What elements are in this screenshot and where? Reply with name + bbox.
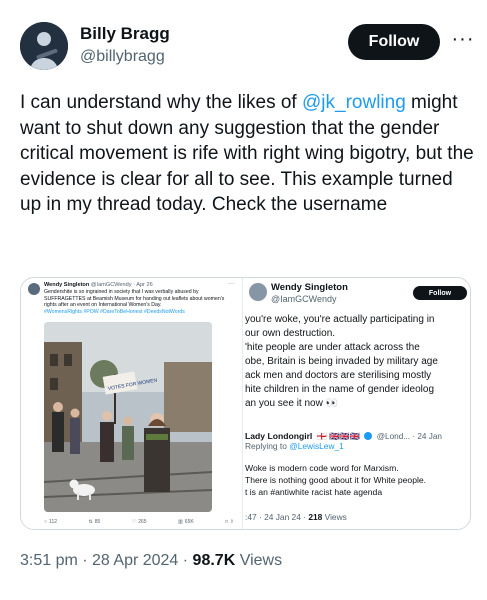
body-line: an you see it now 👀 [245, 398, 339, 409]
tweet-timestamp[interactable]: 3:51 pm · 28 Apr 2024 · [20, 552, 193, 569]
heart-icon: ♡ [131, 519, 137, 525]
embedded-author: Wendy Singleton @IamGCWendy · Apr 26 [44, 282, 153, 288]
body-line: you're woke, you're actually participati… [245, 314, 435, 325]
share-icon: ⇪ [229, 519, 234, 525]
quoted-views-label: Views [322, 512, 347, 522]
quoted-time: :47 · 24 Jan 24 · [245, 512, 309, 522]
author-handle[interactable]: @billybragg [80, 48, 165, 66]
more-options-icon: ··· [228, 281, 234, 287]
author-name[interactable]: Billy Bragg [80, 24, 170, 44]
replying-to: Replying to @LewisLew_1 [245, 441, 344, 451]
view-count-value: 65K [184, 519, 194, 525]
views-count: 98.7K [192, 552, 236, 569]
embedded-screenshot-left: Wendy Singleton @IamGCWendy · Apr 26 ···… [21, 278, 243, 529]
tweet-header: Billy Bragg @billybragg Follow ··· [20, 20, 474, 76]
body-line: our own destruction. [245, 328, 336, 339]
embedded-follow-button: Follow [413, 286, 467, 300]
protest-photo: VOTES FOR WOMEN [44, 322, 212, 512]
embedded-screenshot-right: Wendy Singleton @IamGCWendy Follow you'r… [243, 278, 470, 529]
tweet-meta: 3:51 pm · 28 Apr 2024 · 98.7K Views [20, 552, 282, 570]
avatar [249, 283, 267, 301]
embedded-author-handle: @IamGCWendy [271, 294, 337, 304]
replying-prefix: Replying to [245, 441, 290, 451]
embedded-author-name: Wendy Singleton [271, 282, 348, 293]
body-line: 'hite people are under attack across the [245, 342, 420, 353]
reply-icon: ○ [44, 519, 48, 525]
body-line: ack men and doctors are sterilising most… [245, 370, 432, 381]
tweet-media[interactable]: Wendy Singleton @IamGCWendy · Apr 26 ···… [20, 277, 471, 530]
embedded-hashtags: #WomensRights #POW #DareToBeHonest #Deed… [44, 308, 185, 315]
quote-line: There is nothing good about it for White… [245, 475, 427, 485]
repost-icon: ⇅ [88, 519, 93, 525]
verified-badge-icon [364, 432, 373, 440]
replying-handle: @LewisLew_1 [289, 441, 344, 451]
quote-line: Woke is modern code word for Marxism. [245, 463, 399, 473]
body-line: obe, Britain is being invaded by militar… [245, 356, 438, 367]
embedded-handle-time: @IamGCWendy · Apr 26 [90, 282, 153, 288]
view-count: ▥ 65K [178, 518, 194, 526]
quote-line: t is an #antiwhite racist hate agenda [245, 487, 383, 497]
quoted-tweet-text: Woke is modern code word for Marxism. Th… [245, 462, 426, 498]
follow-button[interactable]: Follow [348, 24, 440, 60]
quoted-handle-time: @Lond... · 24 Jan [376, 432, 442, 441]
repost-count: ⇅ 85 [89, 518, 101, 526]
like-count-value: 265 [138, 519, 147, 525]
embedded-tweet-body: you're woke, you're actually participati… [245, 313, 470, 411]
mention-link[interactable]: @jk_rowling [302, 92, 406, 113]
bookmark-icon: ⌑ [225, 519, 228, 525]
body-line: hite children in the name of gender ideo… [245, 384, 435, 395]
reply-count: ○ 112 [44, 518, 57, 526]
tweet-text-part: I can understand why the likes of [20, 92, 302, 113]
views-label: Views [235, 552, 283, 569]
embedded-author-name: Wendy Singleton [44, 282, 90, 288]
embedded-text-body: Gendershite is so ingrained in society t… [44, 289, 225, 309]
chart-icon: ▥ [178, 519, 183, 525]
like-count: ♡ 265 [132, 518, 147, 526]
embedded-tweet-text: Gendershite is so ingrained in society t… [44, 289, 234, 315]
reply-count-value: 112 [49, 519, 58, 525]
avatar[interactable] [20, 22, 68, 70]
flag-emojis: 🏴󠁧󠁢󠁥󠁮󠁧󠁿 🇬🇧🇬🇧🇬🇧 [316, 432, 360, 441]
embedded-action-bar: ○ 112 ⇅ 85 ♡ 265 ▥ 65K ⌑ ⇪ [44, 518, 234, 526]
more-options-icon[interactable]: ··· [452, 28, 474, 50]
avatar [28, 283, 40, 295]
repost-count-value: 85 [94, 519, 101, 525]
tweet-text: I can understand why the likes of @jk_ro… [20, 90, 476, 218]
bookmark-share: ⌑ ⇪ [225, 518, 234, 526]
quoted-timestamp: :47 · 24 Jan 24 · 218 Views [245, 512, 347, 522]
quoted-views-count: 218 [308, 512, 323, 522]
quoted-author-name: Lady Londongirl [245, 431, 313, 441]
